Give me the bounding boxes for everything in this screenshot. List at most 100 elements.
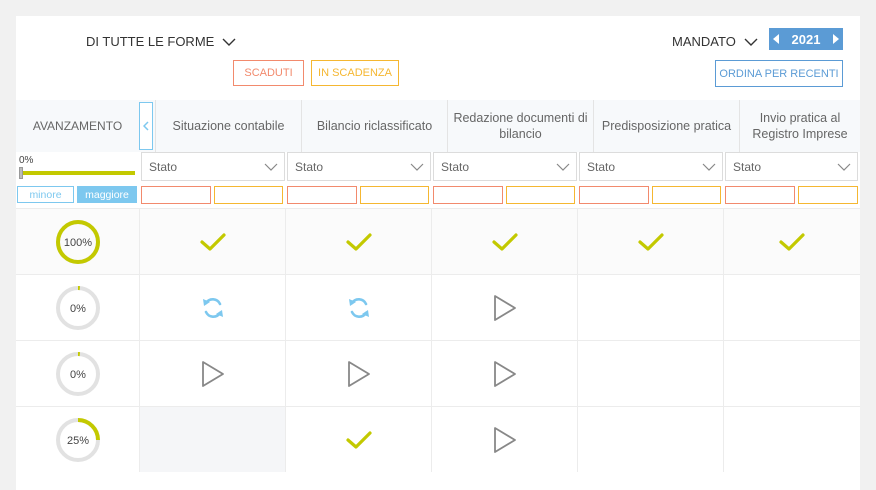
forme-dropdown[interactable]: DI TUTTE LE FORME [86,34,236,49]
sync-icon [348,297,369,318]
play-icon [493,294,516,321]
progress-range-slider[interactable]: 0% [16,155,136,179]
status-cell [723,275,860,340]
chevron-down-icon [410,163,424,171]
scaduti-filter-box[interactable] [579,186,649,204]
sync-icon [202,297,223,318]
play-icon [201,360,224,387]
column-header: Predisposizione pratica [593,100,739,152]
status-cell[interactable] [431,275,577,340]
status-cell[interactable] [431,407,577,472]
progress-value: 0% [70,369,86,381]
table-row: 0% [16,340,860,406]
play-icon [347,360,370,387]
table-row: 0% [16,274,860,340]
stato-select[interactable]: Stato [579,152,723,181]
status-cell[interactable] [285,407,431,472]
in-scadenza-button[interactable]: IN SCADENZA [311,60,399,86]
minore-button[interactable]: minore [17,186,74,203]
chevron-down-icon [837,163,851,171]
in-scadenza-filter-box[interactable] [214,186,283,204]
stato-select[interactable]: Stato [287,152,431,181]
status-cell[interactable] [139,209,285,274]
scaduti-filter-box[interactable] [141,186,211,204]
stato-select-value: Stato [441,159,470,174]
check-icon [637,232,664,251]
in-scadenza-filter-box[interactable] [798,186,858,204]
stato-select-value: Stato [149,159,178,174]
avanzamento-header: AVANZAMENTO [32,119,123,133]
mandato-label: MANDATO [672,34,736,49]
next-year-icon[interactable] [832,34,839,44]
scroll-left-button[interactable] [139,102,153,150]
play-icon [493,360,516,387]
progress-cell: 0% [16,341,139,406]
scaduti-filter-box[interactable] [433,186,503,204]
stato-select[interactable]: Stato [725,152,858,181]
scaduti-filter-box[interactable] [725,186,795,204]
stato-filter-row: 0% Stato Stato Stato Stato Stato [16,152,860,181]
stato-select-value: Stato [587,159,616,174]
mandato-dropdown[interactable]: MANDATO [672,34,758,49]
table-header: AVANZAMENTO Situazione contabile Bilanci… [16,100,860,152]
progress-ring: 0% [55,351,100,396]
chevron-down-icon [222,38,236,46]
status-cell[interactable] [139,341,285,406]
chevron-down-icon [264,163,278,171]
progress-ring: 25% [55,417,100,462]
check-icon [779,232,805,251]
in-scadenza-filter-box[interactable] [506,186,575,204]
progress-cell: 25% [16,407,139,472]
year-selector: 2021 [769,28,843,50]
status-cell[interactable] [723,209,860,274]
status-cell [577,407,723,472]
scaduti-filter-box[interactable] [287,186,357,204]
play-icon [493,426,516,453]
status-cell[interactable] [431,209,577,274]
check-icon [491,232,518,251]
check-icon [345,430,372,449]
chevron-down-icon [744,38,758,46]
scaduti-button[interactable]: SCADUTI [233,60,304,86]
status-cell[interactable] [285,341,431,406]
chevron-left-icon [143,121,149,131]
stato-select[interactable]: Stato [141,152,285,181]
column-header: Redazione documenti di bilancio [447,100,593,152]
stato-select-value: Stato [295,159,324,174]
ordina-per-recenti-button[interactable]: ORDINA PER RECENTI [715,60,843,87]
range-thumb[interactable] [19,167,23,179]
status-cell[interactable] [285,275,431,340]
column-header: Invio pratica al Registro Imprese [739,100,860,152]
scadenza-filter-row: minore maggiore [16,184,860,206]
maggiore-button[interactable]: maggiore [77,186,137,203]
progress-ring: 0% [55,285,100,330]
chevron-down-icon [702,163,716,171]
status-cell[interactable] [139,275,285,340]
check-icon [199,232,226,251]
table-row: 25% [16,406,860,472]
status-cell [577,341,723,406]
progress-value: 100% [63,237,91,249]
main-panel: DI TUTTE LE FORME SCADUTI IN SCADENZA MA… [16,16,860,490]
status-cell[interactable] [577,209,723,274]
status-cell[interactable] [285,209,431,274]
progress-cell: 0% [16,275,139,340]
stato-select-value: Stato [733,159,762,174]
progress-cell: 100% [16,209,139,274]
forme-dropdown-label: DI TUTTE LE FORME [86,34,215,49]
in-scadenza-filter-box[interactable] [652,186,721,204]
in-scadenza-filter-box[interactable] [360,186,429,204]
status-cell [139,407,285,472]
chevron-down-icon [556,163,570,171]
status-cell[interactable] [431,341,577,406]
check-icon [345,232,372,251]
previous-year-icon[interactable] [773,34,779,44]
progress-value: 25% [66,435,88,447]
stato-select[interactable]: Stato [433,152,577,181]
column-header: Situazione contabile [155,100,301,152]
column-header: Bilancio riclassificato [301,100,447,152]
range-label: 0% [19,155,34,166]
range-track [19,171,135,175]
progress-value: 0% [70,303,86,315]
status-cell [723,341,860,406]
